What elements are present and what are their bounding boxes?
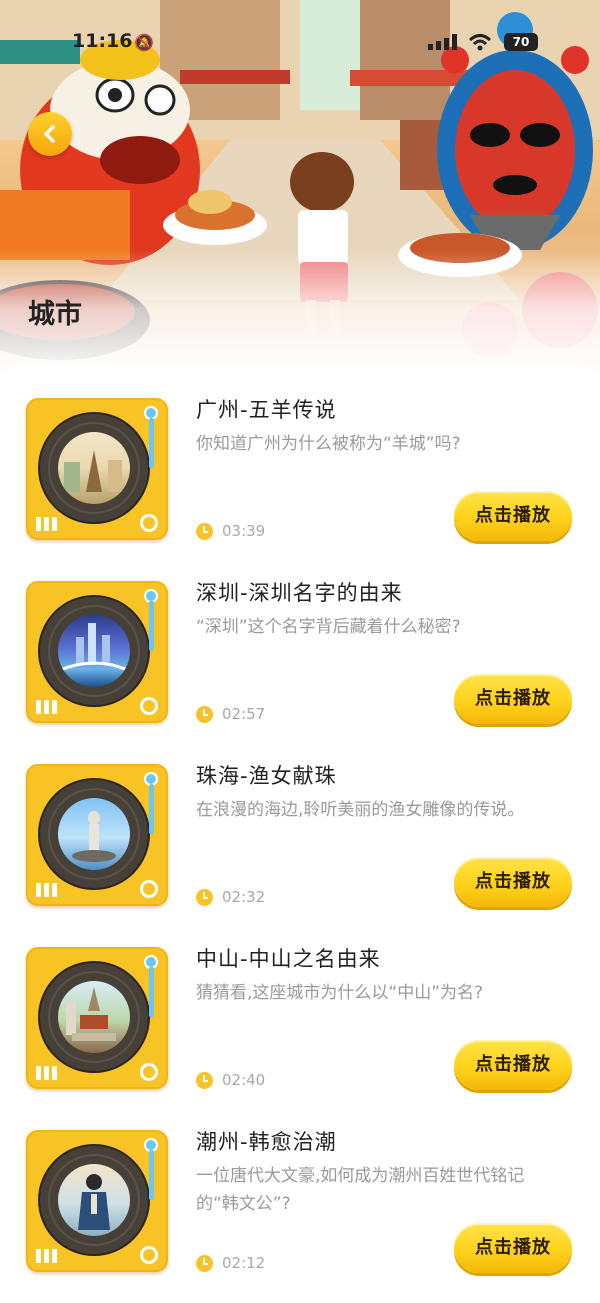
wifi-icon	[468, 34, 492, 51]
equalizer-icon	[36, 882, 60, 897]
knob-icon	[140, 514, 158, 532]
chevron-left-icon	[44, 125, 55, 143]
list-item[interactable]: 深圳-深圳名字的由来 “深圳”这个名字背后藏着什么秘密? 02:57 点击播放	[0, 547, 600, 724]
record-disc	[38, 1144, 150, 1256]
item-title: 珠海-渔女献珠	[196, 764, 337, 788]
equalizer-icon	[36, 1248, 60, 1263]
signal-icon	[428, 34, 457, 50]
mute-icon: 🔕	[134, 33, 154, 52]
list-item[interactable]: 广州-五羊传说 你知道广州为什么被称为“羊城”吗? 03:39 点击播放	[0, 364, 600, 541]
tonearm	[144, 1138, 158, 1200]
knob-icon	[140, 880, 158, 898]
turntable-icon	[26, 398, 168, 540]
item-duration: 02:40	[196, 1071, 265, 1089]
play-button[interactable]: 点击播放	[454, 674, 572, 724]
item-title: 广州-五羊传说	[196, 398, 337, 422]
item-title: 深圳-深圳名字的由来	[196, 581, 403, 605]
status-bar: 11:16 🔕 70	[0, 30, 600, 60]
back-button[interactable]	[28, 112, 72, 156]
record-disc	[38, 412, 150, 524]
item-duration: 02:57	[196, 705, 265, 723]
play-button[interactable]: 点击播放	[454, 491, 572, 541]
knob-icon	[140, 697, 158, 715]
duration-text: 02:32	[222, 888, 266, 906]
cover-image	[58, 432, 130, 504]
hero-fade	[0, 250, 600, 380]
tonearm	[144, 955, 158, 1017]
item-duration: 02:12	[196, 1254, 265, 1272]
list-item[interactable]: 潮州-韩愈治潮 一位唐代大文豪,如何成为潮州百姓世代铭记的“韩文公”? 02:1…	[0, 1096, 600, 1273]
play-button[interactable]: 点击播放	[454, 857, 572, 907]
clock-icon	[196, 522, 213, 540]
cover-image	[58, 798, 130, 870]
story-list: 广州-五羊传说 你知道广州为什么被称为“羊城”吗? 03:39 点击播放 深圳-…	[0, 364, 600, 1303]
list-item[interactable]: 中山-中山之名由来 猜猜看,这座城市为什么以“中山”为名? 02:40 点击播放	[0, 913, 600, 1090]
duration-text: 02:40	[222, 1071, 266, 1089]
item-desc: “深圳”这个名字背后藏着什么秘密?	[196, 617, 461, 637]
item-duration: 02:32	[196, 888, 265, 906]
play-button[interactable]: 点击播放	[454, 1040, 572, 1090]
knob-icon	[140, 1246, 158, 1264]
duration-text: 02:12	[222, 1254, 266, 1272]
turntable-icon	[26, 581, 168, 723]
item-desc: 猜猜看,这座城市为什么以“中山”为名?	[196, 983, 484, 1003]
cover-image	[58, 1164, 130, 1236]
duration-text: 03:39	[222, 522, 266, 540]
item-duration: 03:39	[196, 522, 265, 540]
duration-text: 02:57	[222, 705, 266, 723]
item-desc: 在浪漫的海边,聆听美丽的渔女雕像的传说。	[196, 800, 525, 820]
record-disc	[38, 961, 150, 1073]
item-desc: 一位唐代大文豪,如何成为潮州百姓世代铭记的“韩文公”?	[196, 1166, 525, 1214]
turntable-icon	[26, 764, 168, 906]
record-disc	[38, 778, 150, 890]
equalizer-icon	[36, 1065, 60, 1080]
clock-icon	[196, 1254, 213, 1272]
page-title: 城市	[28, 299, 82, 330]
battery-icon: 70	[504, 33, 538, 51]
item-title: 潮州-韩愈治潮	[196, 1130, 337, 1154]
cover-image	[58, 981, 130, 1053]
tonearm	[144, 772, 158, 834]
list-item[interactable]: 珠海-渔女献珠 在浪漫的海边,聆听美丽的渔女雕像的传说。 02:32 点击播放	[0, 730, 600, 907]
clock-icon	[196, 705, 213, 723]
clock-icon	[196, 888, 213, 906]
item-title: 中山-中山之名由来	[196, 947, 381, 971]
play-button[interactable]: 点击播放	[454, 1223, 572, 1273]
turntable-icon	[26, 1130, 168, 1272]
clock-icon	[196, 1071, 213, 1089]
status-time: 11:16	[72, 30, 133, 52]
turntable-icon	[26, 947, 168, 1089]
equalizer-icon	[36, 699, 60, 714]
tonearm	[144, 406, 158, 468]
item-desc: 你知道广州为什么被称为“羊城”吗?	[196, 434, 461, 454]
record-disc	[38, 595, 150, 707]
tonearm	[144, 589, 158, 651]
cover-image	[58, 615, 130, 687]
knob-icon	[140, 1063, 158, 1081]
equalizer-icon	[36, 516, 60, 531]
